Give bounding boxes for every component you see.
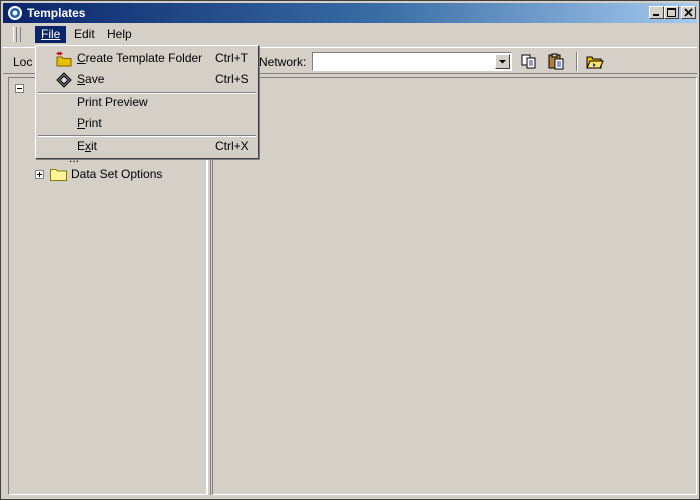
tree-item-data-set-options[interactable]: Data Set Options — [71, 166, 162, 182]
menu-item-create-template-folder[interactable]: Create Template Folder Ctrl+T — [38, 48, 256, 69]
save-icon — [56, 72, 72, 88]
menu-item-print-preview[interactable]: Print Preview — [38, 92, 256, 113]
folder-open-icon — [586, 56, 604, 69]
tree-expand-toggle-data-set-options[interactable] — [35, 170, 44, 179]
network-dropdown-button[interactable] — [495, 54, 510, 69]
menu-file-label: File — [41, 27, 61, 41]
open-folder-button[interactable] — [585, 52, 605, 71]
menu-bar: File Edit Help — [3, 24, 697, 45]
copy-icon — [521, 54, 536, 69]
copy-button[interactable] — [519, 52, 539, 71]
content-pane — [212, 77, 697, 495]
menubar-grip[interactable] — [13, 27, 21, 42]
shortcut-save: Ctrl+S — [215, 72, 249, 86]
network-combobox[interactable] — [312, 52, 512, 71]
menu-help[interactable]: Help — [101, 26, 138, 43]
app-icon — [8, 6, 22, 20]
menu-item-print[interactable]: Print — [38, 113, 256, 134]
create-template-folder-label: reate Template Folder — [85, 51, 203, 65]
print-preview-label: Print Preview — [77, 95, 148, 109]
minimize-button[interactable] — [649, 6, 664, 19]
file-menu-dropdown: Create Template Folder Ctrl+T Save Ctrl+… — [35, 45, 259, 159]
menu-item-exit[interactable]: Exit Ctrl+X — [38, 136, 256, 157]
chevron-down-icon — [499, 60, 506, 64]
menu-file[interactable]: File — [35, 26, 67, 43]
menu-help-label: Help — [107, 27, 132, 41]
templates-window: Templates File Edit Help Loc Network: Da… — [0, 0, 700, 500]
tree-collapse-toggle[interactable] — [15, 84, 24, 93]
folder-icon — [50, 169, 67, 181]
toolbar-separator — [576, 52, 578, 71]
paste-icon — [548, 53, 564, 70]
paste-button[interactable] — [546, 52, 566, 71]
new-folder-icon — [56, 51, 72, 67]
close-button[interactable] — [681, 6, 696, 19]
location-label: Loc — [13, 55, 33, 69]
minimize-icon — [653, 14, 659, 16]
menu-edit[interactable]: Edit — [68, 26, 101, 43]
window-title: Templates — [27, 6, 86, 20]
maximize-icon — [667, 8, 676, 17]
menu-item-save[interactable]: Save Ctrl+S — [38, 69, 256, 90]
close-icon — [684, 8, 693, 17]
tree-item-label: Data Set Options — [71, 167, 163, 181]
shortcut-create-template-folder: Ctrl+T — [215, 51, 248, 65]
shortcut-exit: Ctrl+X — [215, 139, 249, 153]
maximize-button[interactable] — [664, 6, 679, 19]
network-label: Network: — [259, 55, 307, 69]
menu-edit-label: Edit — [74, 27, 95, 41]
title-bar[interactable]: Templates — [3, 3, 697, 23]
